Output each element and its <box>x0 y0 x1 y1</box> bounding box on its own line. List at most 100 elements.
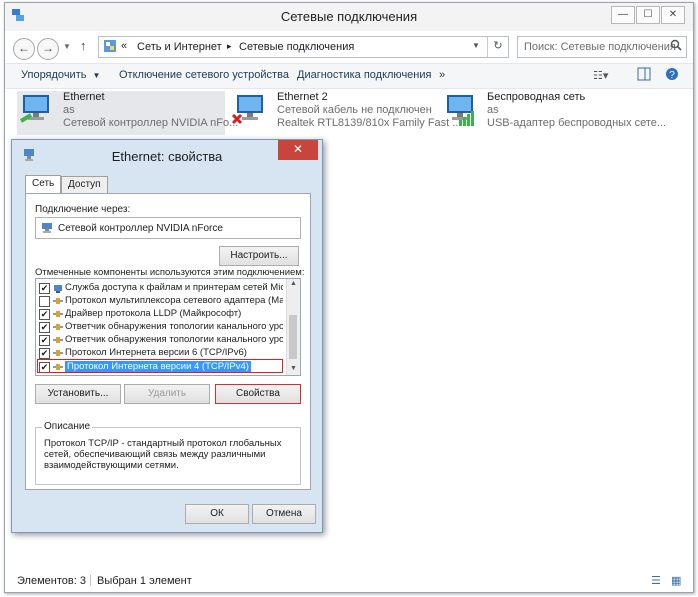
protocol-icon <box>53 349 63 357</box>
breadcrumb-overflow[interactable]: « <box>121 40 127 52</box>
refresh-icon[interactable]: ↻ <box>487 37 508 57</box>
search-icon[interactable] <box>670 39 682 54</box>
close-button[interactable]: ✕ <box>661 6 685 24</box>
search-input[interactable]: Поиск: Сетевые подключения <box>517 36 687 58</box>
status-divider: | <box>89 574 92 586</box>
control-panel-icon <box>103 39 117 56</box>
component-label: Протокол мультиплексора сетевого адаптер… <box>65 295 283 306</box>
status-bar: Элементов: 3 | Выбран 1 элемент ☰ ▦ <box>5 572 693 592</box>
forward-button[interactable]: → <box>37 38 59 60</box>
components-label: Отмеченные компоненты используются этим … <box>35 267 305 278</box>
component-checkbox[interactable]: ✔ <box>39 335 50 346</box>
address-bar[interactable]: « Сеть и Интернет ▸ Сетевые подключения … <box>98 36 509 58</box>
minimize-button[interactable]: — <box>611 6 635 24</box>
organize-label: Упорядочить <box>21 69 87 81</box>
command-bar: Упорядочить ▼ Отключение сетевого устрой… <box>5 63 693 89</box>
connection-network: as <box>487 104 499 116</box>
component-label: Ответчик обнаружения топологии канальног… <box>65 334 283 345</box>
protocol-icon <box>53 310 63 318</box>
scroll-thumb[interactable] <box>289 315 297 359</box>
preview-pane-icon[interactable] <box>637 67 651 84</box>
component-checkbox[interactable]: ✔ <box>39 322 50 333</box>
title-bar: Сетевые подключения — ☐ ✕ <box>5 3 693 31</box>
connection-adapter: Сетевой контроллер NVIDIA nFo... <box>63 117 239 129</box>
connection-name: Ethernet <box>63 91 105 103</box>
description-label: Описание <box>42 421 93 432</box>
adapter-icon <box>41 222 53 237</box>
details-view-icon[interactable]: ☰ <box>651 574 661 587</box>
connection-network: as <box>63 104 75 116</box>
more-commands-button[interactable]: » <box>439 69 445 81</box>
history-dropdown-icon[interactable]: ▼ <box>63 42 71 51</box>
component-label: Ответчик обнаружения топологии канальног… <box>65 321 283 332</box>
breadcrumb-separator[interactable]: ▸ <box>227 41 232 52</box>
component-checkbox[interactable] <box>39 296 50 307</box>
connection-ethernet[interactable]: Ethernet as Сетевой контроллер NVIDIA nF… <box>17 91 238 135</box>
selection-count: Выбран 1 элемент <box>97 575 192 587</box>
ok-button[interactable]: ОК <box>185 504 249 524</box>
list-scrollbar[interactable]: ▲ ▼ <box>286 279 300 375</box>
address-dropdown-icon[interactable]: ▼ <box>472 41 480 50</box>
properties-button[interactable]: Свойства <box>215 384 301 404</box>
protocol-icon <box>53 323 63 331</box>
up-button[interactable]: ↑ <box>80 38 87 53</box>
disable-device-button[interactable]: Отключение сетевого устройства <box>119 69 289 81</box>
connection-ethernet-2[interactable]: Ethernet 2 Сетевой кабель не подключен R… <box>231 91 461 135</box>
diagnose-button[interactable]: Диагностика подключения <box>297 69 431 81</box>
network-adapter-icon <box>17 93 53 127</box>
component-label: Драйвер протокола LLDP (Майкрософт) <box>65 308 242 319</box>
forward-arrow-icon: → <box>42 41 54 55</box>
adapter-name: Сетевой контроллер NVIDIA nForce <box>58 223 223 234</box>
protocol-icon <box>53 297 63 305</box>
properties-dialog: Ethernet: свойства ✕ Сеть Доступ Подключ… <box>11 139 323 533</box>
svg-text:?: ? <box>669 70 675 81</box>
window-title: Сетевые подключения <box>280 9 418 24</box>
component-label: Служба доступа к файлам и принтерам сете… <box>65 282 283 293</box>
cancel-button[interactable]: Отмена <box>252 504 316 524</box>
list-item[interactable]: ✔ Драйвер протокола LLDP (Майкрософт) <box>39 308 283 321</box>
component-checkbox[interactable]: ✔ <box>39 309 50 320</box>
item-count: Элементов: 3 <box>17 575 86 587</box>
connection-wireless[interactable]: Беспроводная сеть as USB-адаптер беспров… <box>441 91 666 135</box>
back-arrow-icon: ← <box>18 41 30 55</box>
breadcrumb-network-internet[interactable]: Сеть и Интернет <box>137 41 222 53</box>
components-list[interactable]: ✔ Служба доступа к файлам и принтерам се… <box>35 278 301 376</box>
scroll-up-icon[interactable]: ▲ <box>290 280 297 287</box>
scroll-down-icon[interactable]: ▼ <box>290 365 297 372</box>
install-button[interactable]: Установить... <box>35 384 121 404</box>
connection-name: Ethernet 2 <box>277 91 328 103</box>
dialog-title: Ethernet: свойства <box>111 149 223 164</box>
service-icon <box>53 284 63 293</box>
help-icon[interactable]: ? <box>665 67 679 84</box>
chevron-down-icon: ▼ <box>92 71 101 80</box>
list-item[interactable]: ✔ Ответчик обнаружения топологии канальн… <box>39 334 283 347</box>
list-item[interactable]: ✔ Ответчик обнаружения топологии канальн… <box>39 321 283 334</box>
list-item[interactable]: Протокол мультиплексора сетевого адаптер… <box>39 295 283 308</box>
search-placeholder: Поиск: Сетевые подключения <box>524 41 676 53</box>
dialog-close-button[interactable]: ✕ <box>278 140 318 160</box>
connect-via-label: Подключение через: <box>35 204 131 215</box>
protocol-icon <box>53 336 63 344</box>
selection-highlight-frame <box>37 359 283 373</box>
breadcrumb-network-connections[interactable]: Сетевые подключения <box>239 41 354 53</box>
organize-button[interactable]: Упорядочить ▼ <box>21 69 100 81</box>
network-adapter-disconnected-icon <box>231 93 267 127</box>
connection-status: Сетевой кабель не подключен <box>277 104 432 116</box>
wireless-adapter-icon <box>441 93 477 127</box>
connection-adapter: Realtek RTL8139/810x Family Fast ... <box>277 117 462 129</box>
list-item[interactable]: ✔ Служба доступа к файлам и принтерам се… <box>39 282 283 295</box>
maximize-button[interactable]: ☐ <box>636 6 660 24</box>
connection-name: Беспроводная сеть <box>487 91 586 103</box>
view-options-icon[interactable]: ☷▾ <box>593 69 608 82</box>
description-text: Протокол TCP/IP - стандартный протокол г… <box>44 438 282 471</box>
description-group: Описание Протокол TCP/IP - стандартный п… <box>35 421 301 485</box>
network-tab-panel: Подключение через: Сетевой контроллер NV… <box>25 193 311 490</box>
component-checkbox[interactable]: ✔ <box>39 348 50 359</box>
remove-button[interactable]: Удалить <box>124 384 210 404</box>
tiles-view-icon[interactable]: ▦ <box>671 574 681 587</box>
component-checkbox[interactable]: ✔ <box>39 283 50 294</box>
component-label: Протокол Интернета версии 6 (TCP/IPv6) <box>65 347 247 358</box>
back-button[interactable]: ← <box>13 38 35 60</box>
configure-button[interactable]: Настроить... <box>219 246 299 266</box>
adapter-field: Сетевой контроллер NVIDIA nForce <box>35 217 301 239</box>
